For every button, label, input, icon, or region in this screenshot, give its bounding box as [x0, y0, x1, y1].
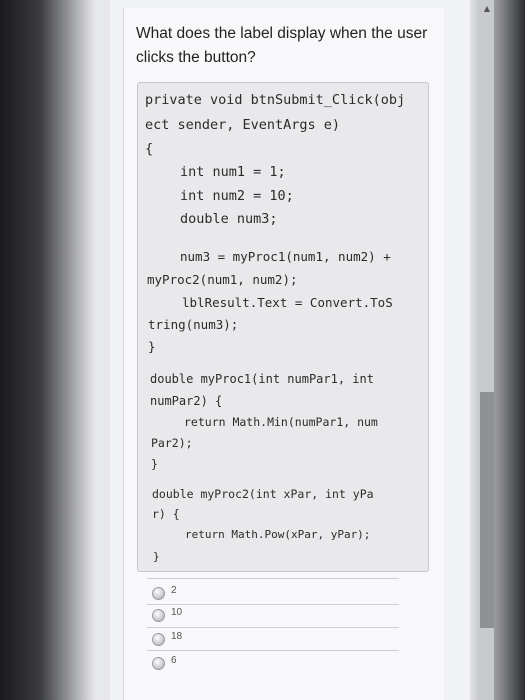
question-line-1: What does the label display when the use… [136, 25, 428, 42]
choice-label: 2 [171, 585, 177, 596]
code-line: tring(num3); [148, 317, 239, 332]
divider [147, 578, 399, 579]
answer-choice-3[interactable]: 18 [152, 630, 392, 650]
code-line: myProc2(num1, num2); [147, 272, 298, 287]
question-line-2: clicks the button? [136, 49, 256, 66]
divider [147, 650, 399, 651]
code-line: numPar2) { [150, 394, 223, 408]
code-line: ect sender, EventArgs e) [145, 117, 341, 133]
code-line: return Math.Min(numPar1, num [184, 415, 378, 429]
code-line: int num1 = 1; [180, 164, 286, 180]
code-line: { [145, 141, 154, 157]
code-line: double myProc2(int xPar, int yPa [152, 487, 374, 501]
answer-choice-1[interactable]: 2 [152, 584, 392, 604]
question-text: What does the label display when the use… [136, 22, 436, 70]
code-line: private void btnSubmit_Click(obj [145, 92, 406, 108]
code-line: } [153, 550, 160, 563]
code-line: return Math.Pow(xPar, yPar); [185, 528, 371, 541]
choice-label: 18 [171, 631, 183, 642]
code-line: } [151, 457, 158, 471]
divider [147, 604, 399, 605]
answer-choice-2[interactable]: 10 [152, 606, 392, 626]
choice-label: 6 [171, 655, 177, 666]
choice-label: 10 [171, 607, 183, 618]
code-line: } [148, 339, 156, 354]
radio-button-icon[interactable] [152, 633, 165, 646]
radio-button-icon[interactable] [152, 587, 165, 600]
divider [147, 627, 399, 628]
code-line: int num2 = 10; [180, 188, 294, 204]
scroll-up-arrow-icon[interactable]: ▲ [482, 4, 492, 14]
code-line: num3 = myProc1(num1, num2) + [180, 249, 391, 264]
code-line: Par2); [151, 436, 193, 450]
code-line: r) { [152, 507, 180, 521]
answer-choice-4[interactable]: 6 [152, 654, 392, 674]
code-line: double num3; [180, 211, 278, 227]
code-line: double myProc1(int numPar1, int [150, 372, 374, 386]
radio-button-icon[interactable] [152, 609, 165, 622]
code-line: lblResult.Text = Convert.ToS [182, 295, 393, 310]
scrollbar-thumb[interactable] [480, 392, 494, 628]
radio-button-icon[interactable] [152, 657, 165, 670]
